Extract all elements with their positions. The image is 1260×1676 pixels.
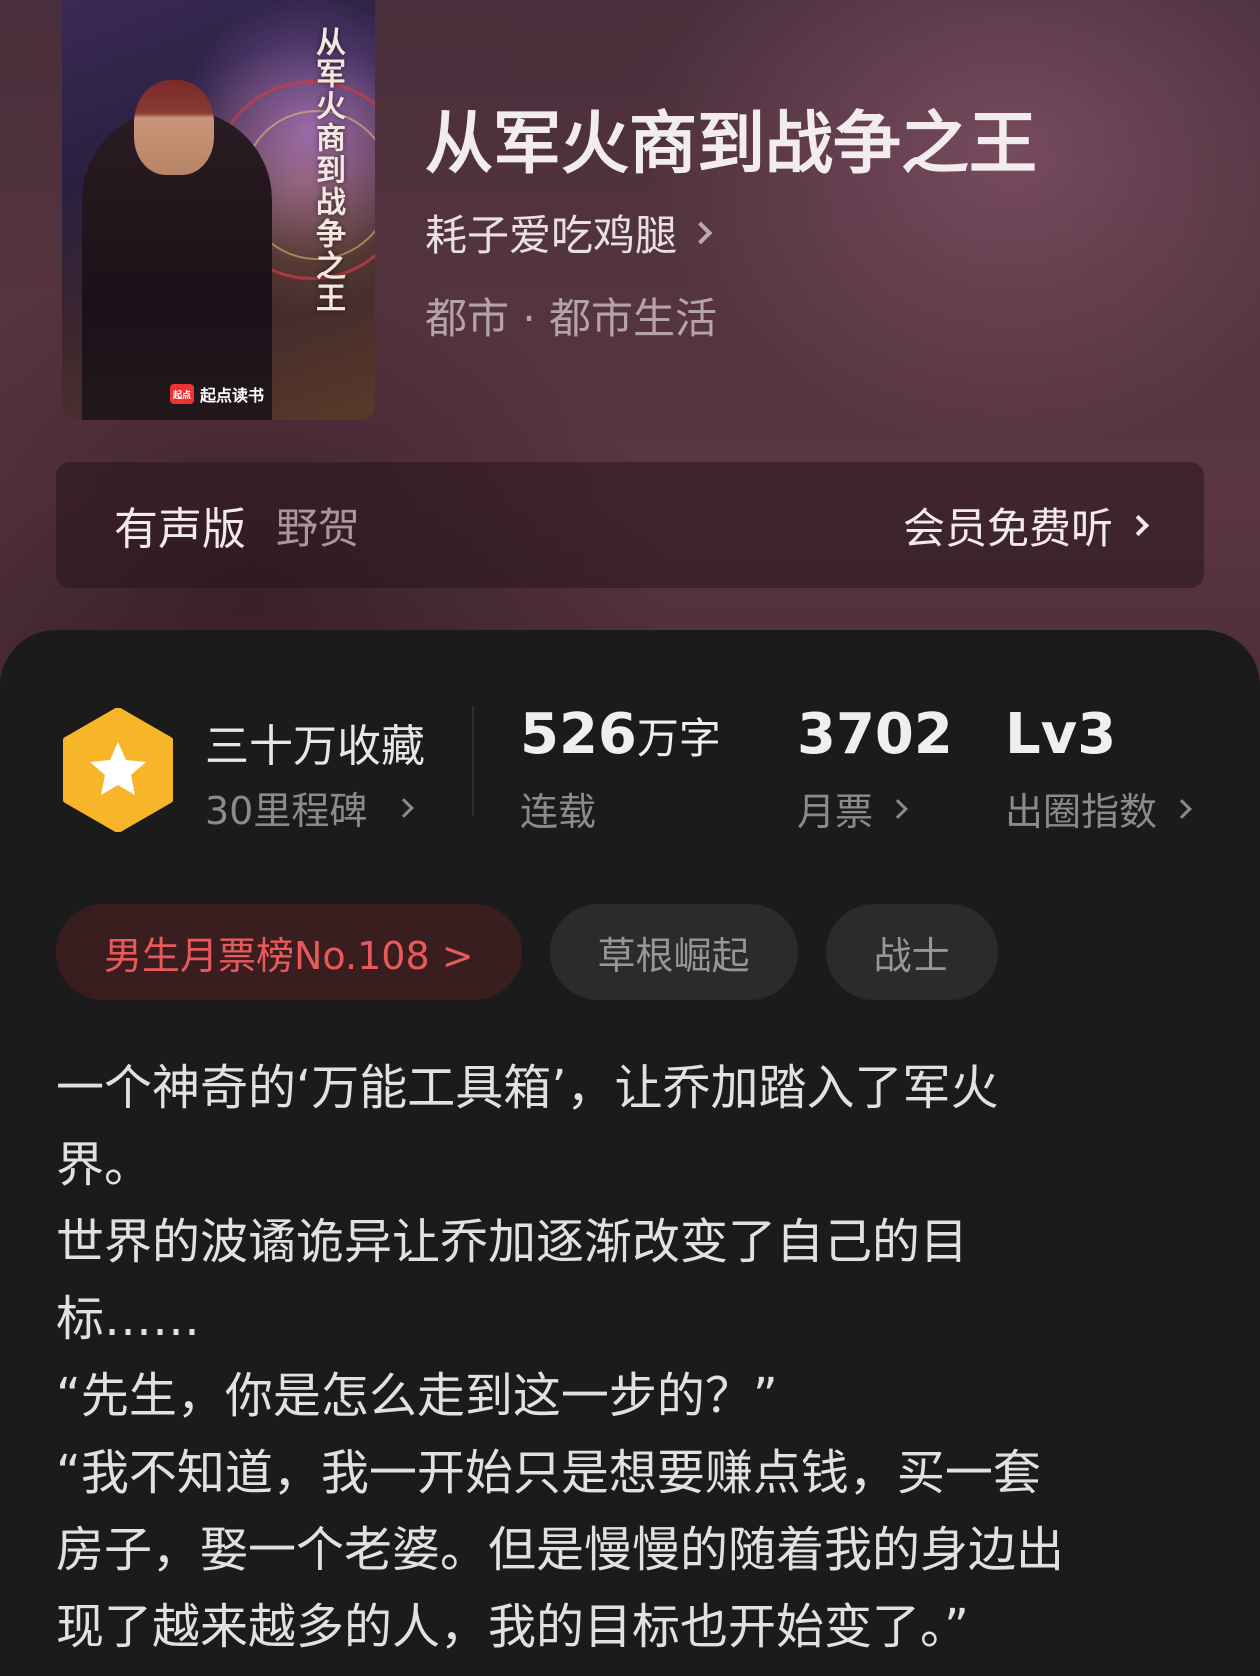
qidian-logo-icon: 起点 — [170, 384, 194, 404]
monthly-votes-label: 月票 — [797, 790, 874, 834]
synopsis-line: “先生，你是怎么走到这一步的？” — [56, 1368, 778, 1424]
tag-chip[interactable]: 草根崛起 — [549, 904, 798, 1000]
synopsis-line: 世界的波谲诡异让乔加逐渐改变了自己的目 — [56, 1214, 969, 1270]
chevron-right-icon — [1127, 514, 1150, 536]
author-name: 耗子爱吃鸡腿 — [425, 211, 678, 260]
synopsis-line: 标…… — [56, 1291, 201, 1347]
stats-divider — [472, 706, 474, 816]
word-count-value: 526 — [520, 702, 637, 767]
word-count-stat: 526万字 连载 — [520, 702, 721, 836]
synopsis-line: 一个神奇的‘万能工具箱’，让乔加踏入了军火 — [56, 1060, 999, 1116]
popularity-index-stat[interactable]: Lv3 出圈指数 — [1005, 702, 1192, 836]
tag-list: 男生月票榜No.108 > 草根崛起 战士 — [56, 904, 998, 1000]
word-count-unit: 万字 — [636, 714, 721, 763]
monthly-votes-stat[interactable]: 3702 月票 — [797, 702, 953, 836]
chevron-right-icon — [888, 798, 908, 819]
monthly-votes-value: 3702 — [797, 702, 953, 767]
genre-label[interactable]: 都市 · 都市生活 — [425, 285, 717, 346]
chevron-right-icon — [394, 797, 415, 818]
audio-label: 有声版 — [114, 504, 246, 555]
ranking-tag[interactable]: 男生月票榜No.108 > — [56, 904, 522, 1000]
synopsis-line: 界。 — [56, 1137, 153, 1193]
member-free-listen-label: 会员免费听 — [902, 503, 1113, 553]
milestone-link[interactable]: 30里程碑 — [205, 780, 415, 835]
audio-version-bar[interactable]: 有声版 野贺 会员免费听 — [56, 462, 1204, 588]
chevron-right-icon — [1172, 798, 1192, 819]
popularity-level-value: Lv3 — [1005, 702, 1117, 767]
synopsis[interactable]: 一个神奇的‘万能工具箱’，让乔加踏入了军火 界。 世界的波谲诡异让乔加逐渐改变了… — [56, 1050, 1206, 1666]
cover-brand: 起点 起点读书 — [170, 382, 264, 406]
milestone-sub-label: 30里程碑 — [205, 789, 368, 833]
star-hexagon-badge-icon[interactable] — [62, 707, 174, 833]
chevron-right-icon — [689, 221, 713, 244]
popularity-index-label: 出圈指数 — [1005, 790, 1158, 834]
audio-narrator: 野贺 — [276, 503, 361, 553]
synopsis-line: 现了越来越多的人，我的目标也开始变了。” — [56, 1599, 969, 1655]
word-count-label: 连载 — [520, 790, 597, 834]
author-link[interactable]: 耗子爱吃鸡腿 — [425, 202, 713, 263]
book-title: 从军火商到战争之王 — [425, 104, 1038, 184]
cover-title: 从军火商到战争之王 — [310, 26, 345, 314]
member-free-listen-button[interactable]: 会员免费听 — [902, 495, 1150, 556]
tag-chip[interactable]: 战士 — [825, 904, 998, 1000]
milestone-title[interactable]: 三十万收藏 — [205, 710, 425, 774]
cover-art-head — [134, 80, 214, 175]
cover-brand-name: 起点读书 — [200, 386, 265, 405]
synopsis-line: 房子，娶一个老婆。但是慢慢的随着我的身边出 — [56, 1522, 1065, 1578]
book-header: 从军火商到战争之王 起点 起点读书 从军火商到战争之王 耗子爱吃鸡腿 都市 · … — [0, 0, 1260, 720]
book-cover[interactable]: 从军火商到战争之王 起点 起点读书 — [62, 0, 375, 420]
synopsis-line: “我不知道，我一开始只是想要赚点钱，买一套 — [56, 1445, 1041, 1501]
